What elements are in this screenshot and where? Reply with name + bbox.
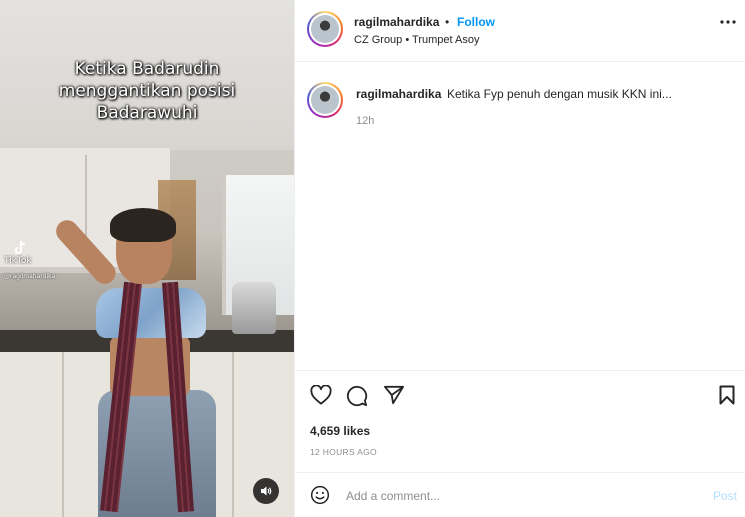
share-send-icon[interactable] xyxy=(383,385,405,405)
tiktok-handle: @ragilmahardika xyxy=(4,273,56,280)
overlay-line: Ketika Badarudin xyxy=(74,59,220,79)
caption-section: ragilmahardika Ketika Fyp penuh dengan m… xyxy=(295,62,745,370)
post-timestamp: 12 HOURS AGO xyxy=(310,447,377,457)
save-bookmark-icon[interactable] xyxy=(719,385,735,405)
video-person-hair xyxy=(110,208,176,242)
like-count[interactable]: 4,659 likes xyxy=(310,424,370,438)
mute-toggle-button[interactable] xyxy=(253,478,279,504)
action-bar: 4,659 likes 12 HOURS AGO xyxy=(295,370,745,482)
overlay-line: menggantikan posisi xyxy=(58,81,236,101)
more-options-icon[interactable] xyxy=(720,20,736,24)
caption-username[interactable]: ragilmahardika xyxy=(356,87,441,101)
avatar-image xyxy=(311,15,339,43)
like-heart-icon[interactable] xyxy=(310,385,332,405)
follow-button[interactable]: Follow xyxy=(457,15,495,29)
caption-timestamp[interactable]: 12h xyxy=(356,115,374,127)
post-comment-button[interactable]: Post xyxy=(713,489,737,503)
comment-input[interactable] xyxy=(346,485,686,507)
post-details-panel: ragilmahardika • Follow CZ Group • Trump… xyxy=(294,0,745,517)
comment-bubble-icon[interactable] xyxy=(346,385,368,407)
post-video[interactable]: Ketika Badarudin menggantikan posisi Bad… xyxy=(0,0,294,517)
emoji-icon[interactable] xyxy=(310,485,330,505)
caption-text: Ketika Fyp penuh dengan musik KKN ini... xyxy=(447,87,672,101)
audio-subline[interactable]: CZ Group • Trumpet Asoy xyxy=(354,34,480,46)
tiktok-logo-icon xyxy=(14,240,26,255)
comment-bar: Post xyxy=(295,472,745,517)
video-kitchen-appliance xyxy=(232,282,276,334)
post-header: ragilmahardika • Follow CZ Group • Trump… xyxy=(295,0,745,62)
author-username[interactable]: ragilmahardika xyxy=(354,15,439,29)
speaker-icon xyxy=(261,486,272,496)
tiktok-brand-label: TikTok xyxy=(4,256,32,266)
avatar[interactable] xyxy=(307,11,343,47)
video-person-top xyxy=(96,288,206,338)
video-overlay-caption: Ketika Badarudin menggantikan posisi Bad… xyxy=(0,58,294,124)
tiktok-watermark: TikTok xyxy=(4,240,32,266)
video-cabinet-divider xyxy=(232,352,234,517)
video-cabinet-divider xyxy=(62,352,64,517)
separator-dot: • xyxy=(445,15,450,29)
caption-avatar[interactable] xyxy=(307,82,343,118)
overlay-line: Badarawuhi xyxy=(96,103,198,123)
avatar-image xyxy=(311,86,339,114)
